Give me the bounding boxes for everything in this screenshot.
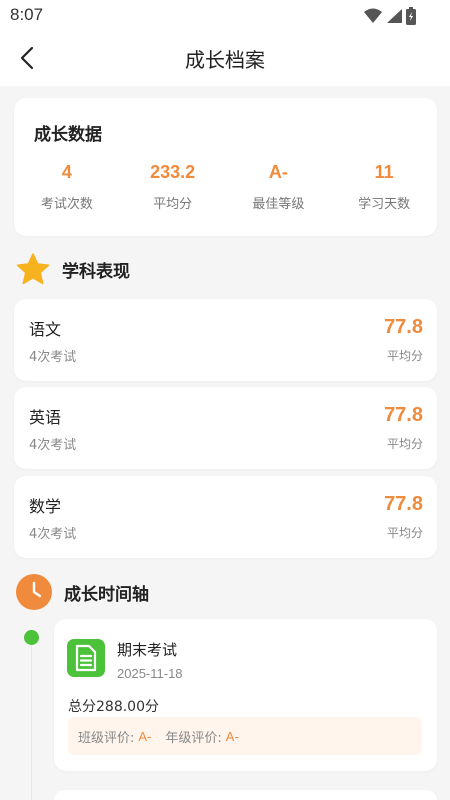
timeline-section-header: 成长时间轴 (16, 574, 149, 610)
stat-label: 学习天数 (358, 197, 411, 212)
exam-date: 2025-11-18 (117, 666, 183, 681)
stat-value: A- (268, 162, 288, 182)
grade-evaluation-grade: A- (225, 728, 239, 744)
class-evaluation-grade: A- (138, 728, 152, 744)
growth-stats-card: 成长数据 4 考试次数 233.2 平均分 A- 最佳等级 11 学习天数 (14, 98, 437, 236)
status-time: 8:07 (10, 5, 44, 24)
subject-exam-count: 4次考试 (29, 438, 77, 453)
timeline-section-title: 成长时间轴 (64, 584, 149, 605)
stat-label: 考试次数 (40, 197, 93, 212)
timeline-next-card[interactable] (54, 790, 437, 800)
growth-stats-row: 4 考试次数 233.2 平均分 A- 最佳等级 11 学习天数 (14, 162, 437, 212)
page-title: 成长档案 (185, 48, 265, 72)
subject-score-label: 平均分 (386, 526, 423, 540)
subject-card-math[interactable]: 数学 4次考试 77.8 平均分 (14, 476, 437, 558)
subject-card-english[interactable]: 英语 4次考试 77.8 平均分 (14, 387, 437, 469)
document-icon (67, 639, 105, 677)
stat-average-score: 233.2 平均分 (120, 162, 226, 212)
subjects-section-header: 学科表现 (16, 253, 130, 285)
timeline-dot (24, 630, 39, 645)
subject-card-chinese[interactable]: 语文 4次考试 77.8 平均分 (14, 299, 437, 381)
subject-exam-count: 4次考试 (29, 527, 77, 542)
stat-exam-count: 4 考试次数 (14, 162, 120, 212)
subject-score-label: 平均分 (386, 437, 423, 451)
subject-name: 英语 (29, 408, 62, 427)
exam-total-score: 总分288.00分 (68, 699, 159, 715)
exam-title: 期末考试 (117, 641, 178, 659)
subject-score: 77.8 (384, 316, 423, 338)
stat-value: 4 (61, 162, 72, 182)
grade-evaluation-label: 年级评价: (165, 730, 222, 746)
stat-best-grade: A- 最佳等级 (226, 162, 332, 212)
subject-score: 77.8 (384, 493, 423, 515)
timeline-exam-card[interactable]: 期末考试 2025-11-18 总分288.00分 班级评价: A- 年级评价:… (54, 619, 437, 771)
battery-icon (406, 7, 416, 25)
subject-score-label: 平均分 (386, 349, 423, 363)
wifi-icon (364, 8, 382, 23)
status-icons (364, 7, 416, 25)
subjects-section-title: 学科表现 (62, 261, 130, 282)
subject-score: 77.8 (384, 404, 423, 426)
stat-value: 11 (374, 162, 394, 182)
stat-study-days: 11 学习天数 (331, 162, 437, 212)
class-evaluation-label: 班级评价: (78, 730, 135, 746)
timeline-line (31, 638, 32, 800)
stat-label: 平均分 (153, 197, 193, 212)
subject-exam-count: 4次考试 (29, 350, 77, 365)
stat-label: 最佳等级 (252, 197, 305, 212)
clock-icon (16, 574, 52, 610)
exam-evaluation-box: 班级评价: A- 年级评价: A- (68, 717, 422, 755)
status-bar: 8:07 (0, 0, 450, 30)
star-icon (16, 253, 50, 285)
signal-icon (387, 9, 402, 23)
subject-name: 数学 (29, 497, 62, 516)
growth-stats-title: 成长数据 (34, 125, 102, 145)
subject-name: 语文 (29, 320, 62, 339)
navigation-bar: 成长档案 (0, 30, 450, 86)
stat-value: 233.2 (150, 162, 196, 182)
